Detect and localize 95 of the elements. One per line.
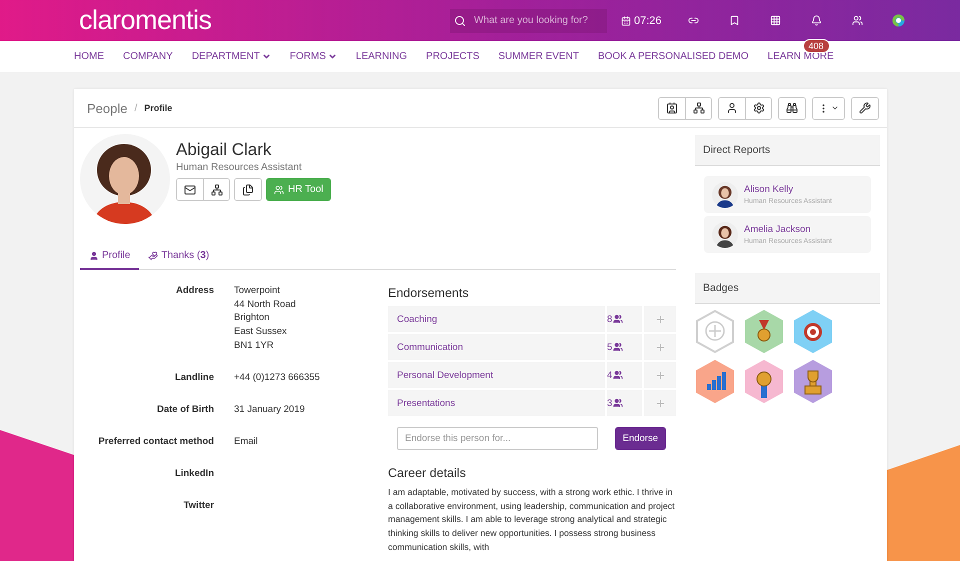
- count-value: 8: [607, 314, 612, 324]
- field-value: Email: [234, 434, 259, 449]
- logo[interactable]: claromentis: [79, 5, 450, 36]
- endorsement-skill[interactable]: Presentations: [388, 390, 605, 416]
- nav-link[interactable]: FORMS: [290, 51, 337, 62]
- endorsement-skill[interactable]: Communication: [388, 334, 605, 360]
- avatar: [712, 182, 738, 208]
- field-label: Date of Birth: [156, 402, 214, 417]
- binoculars-icon: [786, 102, 798, 114]
- people-icon[interactable]: [852, 15, 863, 26]
- nav-link[interactable]: COMPANY: [123, 51, 173, 62]
- settings-icon: [752, 102, 764, 114]
- badge-icon[interactable]: [793, 310, 833, 353]
- nav-link[interactable]: BOOK A PERSONALISED DEMO: [598, 51, 749, 62]
- badge-icon[interactable]: [744, 310, 784, 353]
- chevron-icon: [328, 52, 337, 61]
- user-icon: [726, 102, 738, 114]
- field-label: Preferred contact method: [97, 434, 214, 449]
- panel-title: Direct Reports: [695, 135, 880, 166]
- people-icon: [613, 398, 624, 408]
- section-title: Endorsements: [388, 286, 470, 300]
- endorsement-count[interactable]: 3: [607, 390, 642, 416]
- tools-button[interactable]: [852, 98, 878, 118]
- calendar-icon: [621, 16, 631, 26]
- tab[interactable]: Profile: [80, 246, 140, 270]
- search-bar[interactable]: What are you looking for?: [450, 8, 607, 32]
- badge-icon[interactable]: [744, 360, 784, 403]
- caret-icon: [831, 104, 839, 112]
- people-icon: [613, 370, 624, 380]
- settings-button[interactable]: [745, 98, 771, 118]
- breadcrumb-separator: /: [134, 102, 138, 114]
- field-label: LinkedIn: [174, 466, 214, 481]
- people-icon: [274, 184, 284, 194]
- badge-icon[interactable]: [793, 360, 833, 403]
- person-name: Alison Kelly: [744, 184, 794, 195]
- grid-icon[interactable]: [770, 15, 781, 26]
- career-text: I am adaptable, motivated by success, with a strong work ethic. I thrive in a collaborative environment, using leadership, communication and project management skills. I am able to leverage strong analytical and strategic thinking skills to deliver new opportunities. I possess strong business communication skills, with: [388, 486, 676, 554]
- field-label: Landline: [174, 370, 214, 385]
- endorsement-count[interactable]: 4: [607, 362, 642, 388]
- field-label: Twitter: [182, 498, 214, 513]
- count-value: 5: [607, 342, 612, 352]
- endorsement-count[interactable]: 8: [607, 306, 642, 332]
- endorse-button[interactable]: Endorse: [614, 427, 666, 450]
- plus-icon: [654, 370, 666, 380]
- breadcrumb-current: Profile: [144, 103, 172, 113]
- nav-link[interactable]: SUMMER EVENT: [498, 51, 579, 62]
- people-icon: [613, 342, 624, 352]
- breadcrumb-link[interactable]: People: [87, 100, 128, 116]
- endorsement-skill[interactable]: Personal Development: [388, 362, 605, 388]
- chevron-icon: [262, 52, 271, 61]
- people-icon: [613, 314, 624, 324]
- org-chart-icon: [210, 184, 222, 196]
- field-label: Address: [174, 284, 214, 298]
- documents-button[interactable]: [235, 179, 261, 200]
- avatar: [712, 222, 738, 248]
- field-value: Towerpoint 44 North Road Brighton East Sussex BN1 1YR: [234, 284, 297, 353]
- app-logo-icon[interactable]: [892, 14, 905, 27]
- hand-heart-icon: [148, 250, 158, 260]
- endorsement-skill[interactable]: Coaching: [388, 306, 605, 332]
- endorsement-count[interactable]: 5: [607, 334, 642, 360]
- binoculars-button[interactable]: [779, 98, 805, 118]
- nav-link[interactable]: LEARNING: [356, 51, 408, 62]
- org-chart-icon: [692, 102, 704, 114]
- search-icon: [454, 14, 466, 26]
- nav-link[interactable]: DEPARTMENT: [192, 51, 271, 62]
- wrench-icon: [859, 102, 871, 114]
- tab[interactable]: Thanks (3): [139, 246, 218, 270]
- count-value: 3: [607, 398, 612, 408]
- profile-name: Abigail Clark: [176, 140, 272, 160]
- org-chart-button[interactable]: [685, 98, 711, 118]
- search-field[interactable]: What are you looking for?: [472, 14, 601, 27]
- plus-icon: [654, 314, 666, 324]
- panel-title: Badges: [695, 273, 880, 304]
- contact-card-icon: [666, 102, 678, 114]
- count-value: 4: [607, 370, 612, 380]
- bookmark-icon[interactable]: [728, 15, 740, 26]
- mail-icon: [184, 184, 196, 196]
- nav-link[interactable]: PROJECTS: [426, 51, 480, 62]
- field-value: 31 January 2019: [234, 402, 306, 417]
- documents-icon: [242, 184, 254, 196]
- endorse-input[interactable]: Endorse this person for...: [397, 427, 598, 450]
- field-value: +44 (0)1273 666355: [234, 370, 321, 385]
- badge-icon[interactable]: [695, 360, 735, 403]
- nav-link[interactable]: HOME: [74, 51, 104, 62]
- notification-count: 408: [802, 39, 830, 53]
- clock-button[interactable]: 07:26: [621, 14, 662, 26]
- person-name: Amelia Jackson: [744, 224, 812, 235]
- org-chart-button[interactable]: [203, 179, 229, 200]
- profile-role: Human Resources Assistant: [176, 162, 303, 173]
- section-title: Career details: [388, 466, 467, 480]
- plus-icon: [654, 342, 666, 352]
- bell-icon[interactable]: [810, 15, 822, 26]
- user-icon: [89, 250, 99, 260]
- link-icon[interactable]: [688, 15, 699, 26]
- plus-icon: [654, 398, 666, 408]
